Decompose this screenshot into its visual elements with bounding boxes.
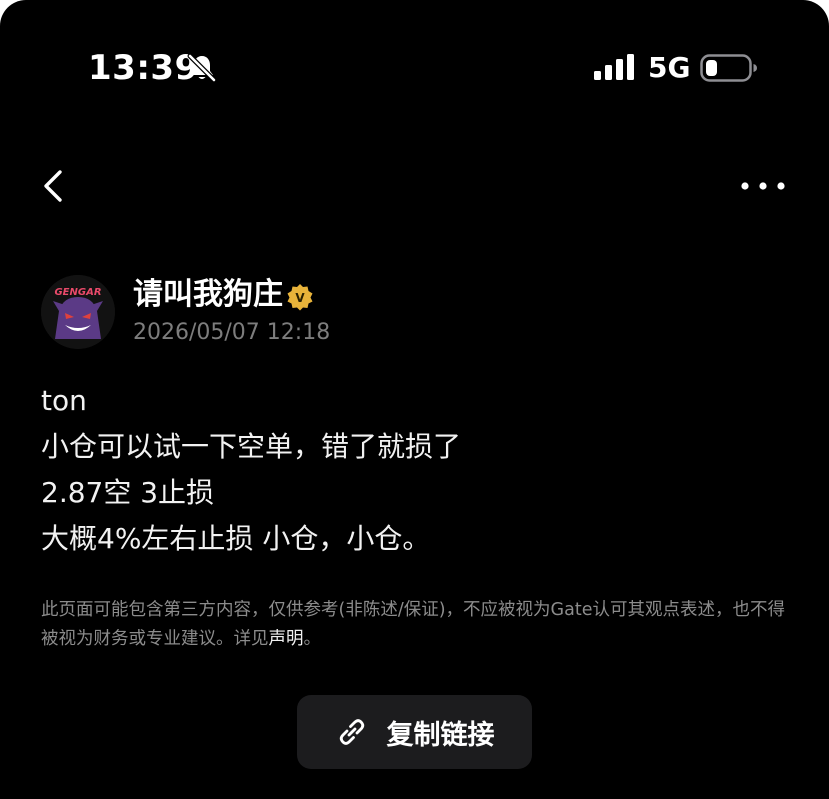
more-options-button[interactable] <box>738 168 788 204</box>
post-detail-screen: 13:39 5G GENGAR 请叫我狗庄 V 2026/05/07 12:18… <box>0 0 829 799</box>
post-line: 小仓可以试一下空单，错了就损了 <box>41 430 462 463</box>
gengar-avatar-icon: GENGAR <box>41 275 115 349</box>
bell-muted-icon <box>187 53 217 83</box>
verified-badge-icon: V <box>287 284 313 311</box>
link-icon <box>339 719 364 745</box>
disclaimer-text: 此页面可能包含第三方内容，仅供参考(非陈述/保证)，不应被视为Gate认可其观点… <box>41 600 785 649</box>
post-line: 大概4%左右止损 小仓，小仓。 <box>41 522 431 555</box>
post-line: 2.87空 3止损 <box>41 476 215 509</box>
post-line: ton <box>41 384 87 417</box>
status-time: 13:39 <box>88 48 199 88</box>
disclaimer-suffix: 。 <box>303 629 322 649</box>
disclaimer: 此页面可能包含第三方内容，仅供参考(非陈述/保证)，不应被视为Gate认可其观点… <box>41 596 801 654</box>
svg-text:GENGAR: GENGAR <box>54 287 101 298</box>
post-content: ton 小仓可以试一下空单，错了就损了 2.87空 3止损 大概4%左右止损 小… <box>41 378 801 562</box>
battery-icon <box>700 54 757 82</box>
copy-link-label: 复制链接 <box>386 719 495 751</box>
signal-icon <box>594 54 634 80</box>
back-button[interactable] <box>36 164 76 208</box>
network-label: 5G <box>648 51 691 84</box>
copy-link-button[interactable]: 复制链接 <box>297 695 532 769</box>
disclaimer-link[interactable]: 声明 <box>269 629 304 649</box>
post-timestamp: 2026/05/07 12:18 <box>133 320 331 345</box>
avatar[interactable]: GENGAR <box>41 275 115 349</box>
author-name[interactable]: 请叫我狗庄 <box>133 275 283 315</box>
svg-text:V: V <box>295 291 305 305</box>
